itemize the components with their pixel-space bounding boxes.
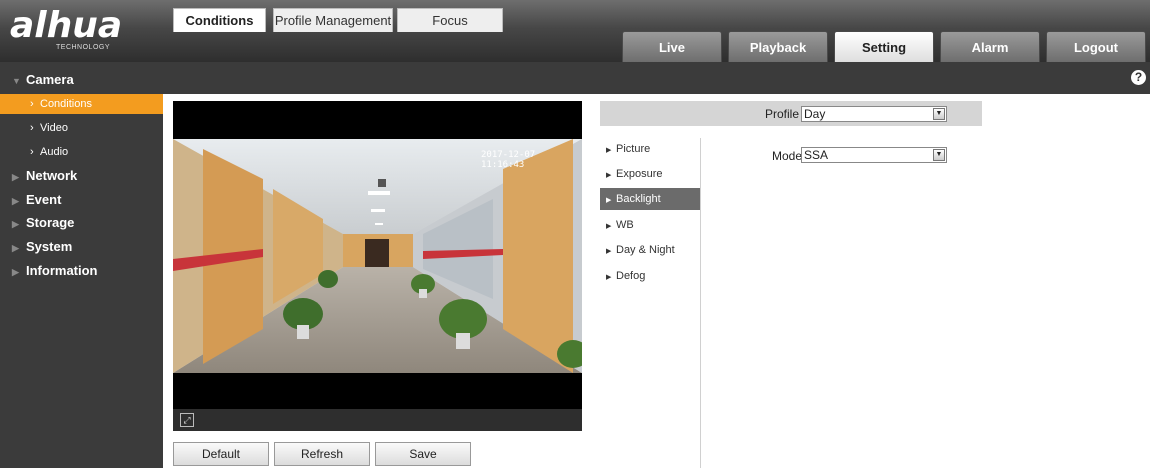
video-toolbar: [173, 409, 582, 431]
menu-item-label: Backlight: [616, 193, 661, 205]
help-icon[interactable]: ?: [1131, 70, 1146, 85]
chevron-right-icon: ›: [30, 98, 34, 110]
sidebar-item-label: Network: [26, 168, 78, 183]
collapsed-arrow-icon: ▶: [12, 267, 19, 277]
sidebar-item-label: Camera: [26, 72, 74, 87]
tab-alarm[interactable]: Alarm: [940, 31, 1040, 62]
menu-item-picture[interactable]: ▶ Picture: [600, 138, 700, 160]
profile-select[interactable]: Day ▼: [801, 106, 947, 122]
sidebar-sub-label: Conditions: [40, 98, 92, 110]
triangle-right-icon: ▶: [606, 147, 612, 154]
sidebar-sub-label: Video: [40, 122, 68, 134]
menu-item-day-night[interactable]: ▶ Day & Night: [600, 239, 700, 261]
menu-item-label: Exposure: [616, 168, 663, 180]
logo-subtitle: TECHNOLOGY: [56, 44, 111, 51]
collapsed-arrow-icon: ▶: [12, 243, 19, 253]
camera-image: [173, 139, 582, 373]
sidebar-sub-video[interactable]: › Video: [0, 118, 163, 138]
subtab-conditions[interactable]: Conditions: [173, 8, 266, 32]
chevron-down-icon: ▼: [933, 149, 945, 161]
video-timestamp: 2017-12-07 11:16:43: [481, 150, 536, 170]
sidebar-item-storage[interactable]: ▶ Storage: [0, 213, 163, 233]
default-button[interactable]: Default: [173, 442, 269, 466]
triangle-right-icon: ▶: [606, 274, 612, 281]
menu-item-backlight[interactable]: ▶ Backlight: [600, 188, 700, 210]
collapsed-arrow-icon: ▶: [12, 219, 19, 229]
dahua-logo: alhua: [10, 5, 123, 46]
fullscreen-icon[interactable]: ⤢: [180, 413, 194, 427]
sidebar-item-information[interactable]: ▶ Information: [0, 261, 163, 281]
mode-select-value: SSA: [804, 148, 829, 162]
collapsed-arrow-icon: ▶: [12, 196, 19, 206]
triangle-right-icon: ▶: [606, 197, 612, 204]
save-button[interactable]: Save: [375, 442, 471, 466]
sidebar-sub-conditions[interactable]: › Conditions: [0, 94, 163, 114]
sidebar-item-label: Storage: [26, 215, 75, 230]
chevron-right-icon: ›: [30, 122, 34, 134]
triangle-right-icon: ▶: [606, 223, 612, 230]
menu-item-defog[interactable]: ▶ Defog: [600, 265, 700, 287]
refresh-button[interactable]: Refresh: [274, 442, 370, 466]
collapsed-arrow-icon: ▶: [12, 172, 19, 182]
menu-item-label: Day & Night: [616, 244, 675, 256]
tab-logout[interactable]: Logout: [1046, 31, 1146, 62]
tab-setting[interactable]: Setting: [834, 31, 934, 62]
menu-item-exposure[interactable]: ▶ Exposure: [600, 163, 700, 185]
sidebar-item-event[interactable]: ▶ Event: [0, 190, 163, 210]
sidebar-sub-audio[interactable]: › Audio: [0, 142, 163, 162]
tab-live[interactable]: Live: [622, 31, 722, 62]
menu-item-label: Defog: [616, 270, 646, 282]
menu-divider: [700, 138, 701, 468]
sidebar-item-label: System: [26, 239, 73, 254]
sidebar-item-label: Information: [26, 263, 98, 278]
video-preview: 2017-12-07 11:16:43: [173, 101, 582, 411]
subtab-profile-management[interactable]: Profile Management: [273, 8, 393, 32]
profile-select-value: Day: [804, 107, 826, 121]
mode-select[interactable]: SSA ▼: [801, 147, 947, 163]
triangle-right-icon: ▶: [606, 248, 612, 255]
mode-label: Mode: [772, 149, 803, 163]
profile-label: Profile: [765, 107, 800, 121]
sidebar-item-label: Event: [26, 192, 62, 207]
sidebar-sub-label: Audio: [40, 146, 69, 158]
menu-item-label: WB: [616, 219, 634, 231]
triangle-right-icon: ▶: [606, 172, 612, 179]
chevron-down-icon: ▼: [933, 108, 945, 120]
menu-item-label: Picture: [616, 143, 651, 155]
sidebar-item-network[interactable]: ▶ Network: [0, 166, 163, 186]
sidebar-item-system[interactable]: ▶ System: [0, 237, 163, 257]
subtab-bar: [163, 62, 1150, 94]
chevron-right-icon: ›: [30, 146, 34, 158]
subtab-focus[interactable]: Focus: [397, 8, 503, 32]
sidebar-item-camera[interactable]: ▼ Camera: [0, 70, 163, 90]
expanded-arrow-icon: ▼: [12, 76, 21, 86]
tab-playback[interactable]: Playback: [728, 31, 828, 62]
menu-item-wb[interactable]: ▶ WB: [600, 214, 700, 236]
